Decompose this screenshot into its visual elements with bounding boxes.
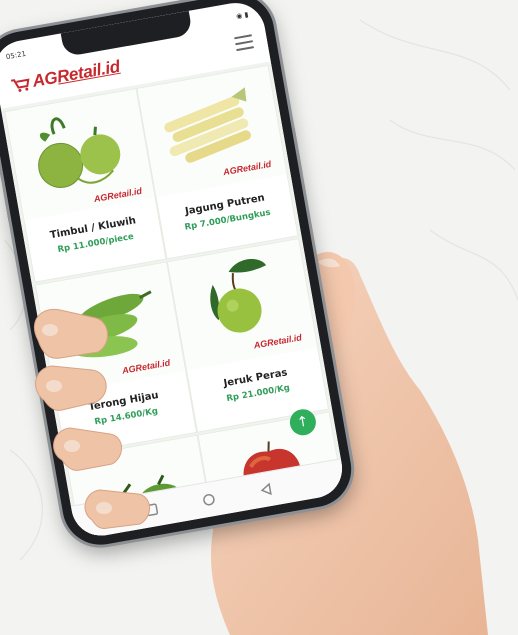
baby-corn-image <box>137 65 287 198</box>
logo-prefix: AG <box>30 67 59 91</box>
green-eggplant-image <box>36 262 186 394</box>
product-card[interactable]: AGRetail.id Jeruk Peras Rp 21.000/Kg <box>168 239 328 432</box>
cart-logo-icon <box>10 78 30 92</box>
product-card[interactable]: AGRetail.id Timbul / Kluwih Rp 11.000/pi… <box>5 89 166 282</box>
arrow-up-icon: ↑ <box>295 413 311 432</box>
logo-highlight: Retail.id <box>55 56 122 87</box>
breadfruit-image <box>5 89 155 221</box>
triangle-back-icon[interactable] <box>258 482 274 498</box>
product-card[interactable]: AGRetail.id Jagung Putren Rp 7.000/Bungk… <box>137 65 298 259</box>
logo-text: AGRetail.id <box>31 57 121 92</box>
status-time: 05:21 <box>5 49 27 62</box>
circle-icon[interactable] <box>201 492 217 508</box>
square-icon[interactable] <box>144 502 160 518</box>
status-icons: ◉ ▮ <box>235 10 249 21</box>
product-grid: AGRetail.id Timbul / Kluwih Rp 11.000/pi… <box>0 61 343 538</box>
hamburger-menu-icon[interactable] <box>234 34 255 52</box>
product-card[interactable]: AGRetail.id Terong Hijau Rp 14.600/Kg <box>36 262 196 455</box>
lime-image <box>168 239 318 371</box>
